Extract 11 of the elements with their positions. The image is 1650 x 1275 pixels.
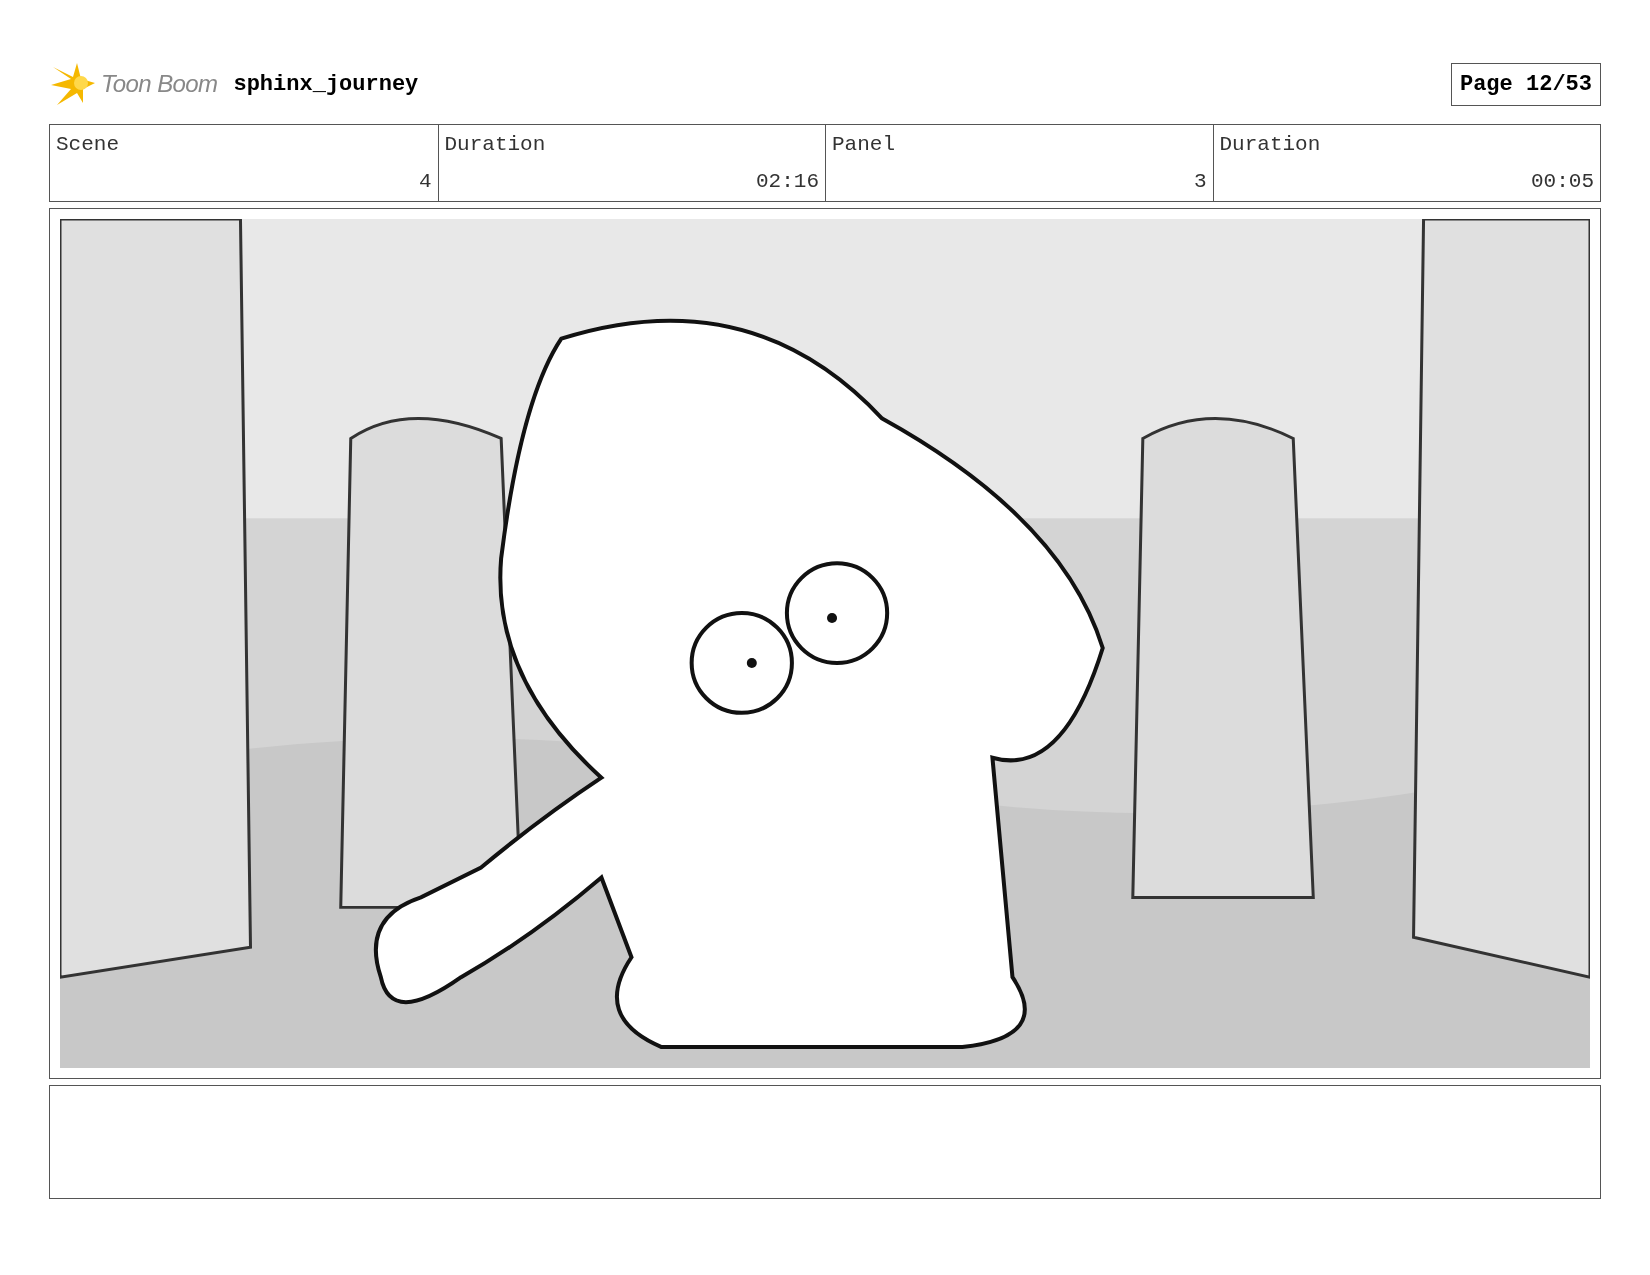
field-label: Scene — [56, 132, 119, 158]
brand-name: Toon Boom — [101, 69, 218, 99]
field-label: Duration — [444, 132, 546, 158]
field-value: 02:16 — [756, 168, 819, 195]
field-label: Duration — [1219, 132, 1321, 158]
field-value: 00:05 — [1531, 168, 1594, 195]
page-number: Page 12/53 — [1450, 62, 1601, 106]
field-value: 3 — [1193, 168, 1207, 195]
field-value: 4 — [418, 168, 432, 195]
project-title: sphinx_journey — [233, 70, 419, 99]
field-label: Panel — [832, 132, 895, 158]
